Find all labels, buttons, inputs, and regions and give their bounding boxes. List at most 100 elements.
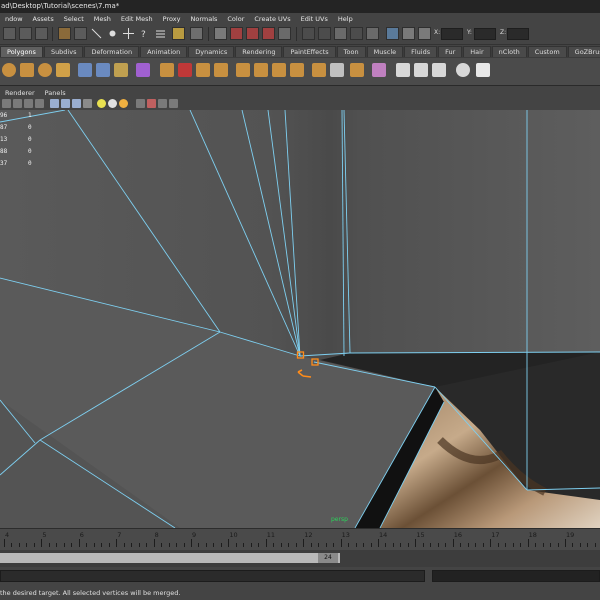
merge-icon[interactable] xyxy=(272,63,286,77)
menu-create-uvs[interactable]: Create UVs xyxy=(249,15,295,23)
uv-texture-editor-icon[interactable] xyxy=(476,63,490,77)
poly-cube-icon[interactable] xyxy=(20,63,34,77)
default-lighting-icon[interactable] xyxy=(97,99,106,108)
tab-animation[interactable]: Animation xyxy=(140,46,188,57)
delete-edge-icon[interactable] xyxy=(290,63,304,77)
extrude-icon[interactable] xyxy=(160,63,174,77)
menu-renderer[interactable]: Renderer xyxy=(0,89,40,97)
history-icon[interactable] xyxy=(154,27,167,40)
absolute-transform-icon[interactable] xyxy=(318,27,331,40)
rename-icon[interactable] xyxy=(350,27,363,40)
camera-attributes-icon[interactable] xyxy=(13,99,22,108)
select-by-object-icon[interactable] xyxy=(74,27,87,40)
xray-icon[interactable] xyxy=(147,99,156,108)
menu-edit-uvs[interactable]: Edit UVs xyxy=(296,15,333,23)
tab-muscle[interactable]: Muscle xyxy=(366,46,404,57)
poly-cylinder-icon[interactable] xyxy=(56,63,70,77)
tab-rendering[interactable]: Rendering xyxy=(235,46,283,57)
menu-color[interactable]: Color xyxy=(222,15,249,23)
boolean-icon[interactable] xyxy=(136,63,150,77)
spherical-map-icon[interactable] xyxy=(432,63,446,77)
automatic-map-icon[interactable] xyxy=(456,63,470,77)
tab-hair[interactable]: Hair xyxy=(463,46,491,57)
tab-toon[interactable]: Toon xyxy=(336,46,366,57)
poly-torus-icon[interactable] xyxy=(2,63,16,77)
render-settings-icon[interactable] xyxy=(262,27,275,40)
tab-painteffects[interactable]: PaintEffects xyxy=(283,46,336,57)
perspective-viewport[interactable]: 96 1 87 0 13 0 88 0 37 0 persp xyxy=(0,110,600,528)
sculpt-icon[interactable] xyxy=(350,63,364,77)
hypershade-icon[interactable] xyxy=(278,27,291,40)
textured-icon[interactable] xyxy=(83,99,92,108)
tab-deformation[interactable]: Deformation xyxy=(84,46,140,57)
insert-edge-loop-icon[interactable] xyxy=(236,63,250,77)
bridge-icon[interactable] xyxy=(178,63,192,77)
menu-mesh[interactable]: Mesh xyxy=(89,15,116,23)
magnet-icon[interactable] xyxy=(190,27,203,40)
tab-dynamics[interactable]: Dynamics xyxy=(188,46,235,57)
save-scene-icon[interactable] xyxy=(35,27,48,40)
mel-command-input[interactable] xyxy=(0,570,425,582)
channel-box-icon[interactable] xyxy=(418,27,431,40)
lock-icon[interactable] xyxy=(172,27,185,40)
image-plane-icon[interactable] xyxy=(35,99,44,108)
smooth-shade-icon[interactable] xyxy=(61,99,70,108)
new-scene-icon[interactable] xyxy=(3,27,16,40)
tab-polygons[interactable]: Polygons xyxy=(0,46,43,57)
input-line-icon[interactable] xyxy=(302,27,315,40)
poly-sphere-icon[interactable] xyxy=(38,63,52,77)
ipr-render-icon[interactable] xyxy=(246,27,259,40)
select-component-icon[interactable] xyxy=(90,27,103,40)
render-view-icon[interactable] xyxy=(214,27,227,40)
move-icon[interactable] xyxy=(122,27,135,40)
isolate-select-icon[interactable] xyxy=(136,99,145,108)
split-polygon-icon[interactable] xyxy=(214,63,228,77)
wedge-face-icon[interactable] xyxy=(312,63,326,77)
z-field[interactable] xyxy=(507,28,529,40)
tab-ncloth[interactable]: nCloth xyxy=(491,46,527,57)
wireframe-on-shaded-icon[interactable] xyxy=(72,99,81,108)
menu-panels[interactable]: Panels xyxy=(40,89,71,97)
all-lights-icon[interactable] xyxy=(108,99,117,108)
menu-help[interactable]: Help xyxy=(333,15,358,23)
open-scene-icon[interactable] xyxy=(19,27,32,40)
range-slider[interactable]: 24 xyxy=(0,550,600,567)
select-by-name-icon[interactable] xyxy=(366,27,379,40)
menu-window[interactable]: ndow xyxy=(0,15,28,23)
tool-settings-icon[interactable] xyxy=(402,27,415,40)
wireframe-icon[interactable] xyxy=(50,99,59,108)
attribute-editor-icon[interactable] xyxy=(386,27,399,40)
tab-subdivs[interactable]: Subdivs xyxy=(43,46,84,57)
combine-icon[interactable] xyxy=(78,63,92,77)
separate-icon[interactable] xyxy=(96,63,110,77)
snap-grid-icon[interactable] xyxy=(106,27,119,40)
xray-joints-icon[interactable] xyxy=(158,99,167,108)
reduce-icon[interactable] xyxy=(330,63,344,77)
menu-proxy[interactable]: Proxy xyxy=(158,15,186,23)
question-icon[interactable]: ? xyxy=(138,27,151,40)
render-current-icon[interactable] xyxy=(230,27,243,40)
bookmark-icon[interactable] xyxy=(24,99,33,108)
menu-normals[interactable]: Normals xyxy=(185,15,222,23)
menu-assets[interactable]: Assets xyxy=(28,15,59,23)
y-field[interactable] xyxy=(474,28,496,40)
menu-select[interactable]: Select xyxy=(59,15,89,23)
tab-fur[interactable]: Fur xyxy=(438,46,463,57)
shadows-icon[interactable] xyxy=(119,99,128,108)
relative-transform-icon[interactable] xyxy=(334,27,347,40)
planar-map-icon[interactable] xyxy=(396,63,410,77)
bevel-icon[interactable] xyxy=(254,63,268,77)
smooth-icon[interactable] xyxy=(114,63,128,77)
soft-select-icon[interactable] xyxy=(372,63,386,77)
menu-edit-mesh[interactable]: Edit Mesh xyxy=(116,15,158,23)
select-by-hierarchy-icon[interactable] xyxy=(58,27,71,40)
scene-canvas[interactable] xyxy=(0,110,600,528)
tab-fluids[interactable]: Fluids xyxy=(404,46,438,57)
time-slider[interactable]: 4 5 6 7 8 9 10 11 12 13 14 15 16 17 18 19 xyxy=(0,528,600,551)
camera-select-icon[interactable] xyxy=(2,99,11,108)
append-polygon-icon[interactable] xyxy=(196,63,210,77)
tab-gozbrush[interactable]: GoZBrush xyxy=(567,46,600,57)
range-track[interactable] xyxy=(0,553,340,563)
backface-culling-icon[interactable] xyxy=(169,99,178,108)
tab-custom[interactable]: Custom xyxy=(527,46,567,57)
